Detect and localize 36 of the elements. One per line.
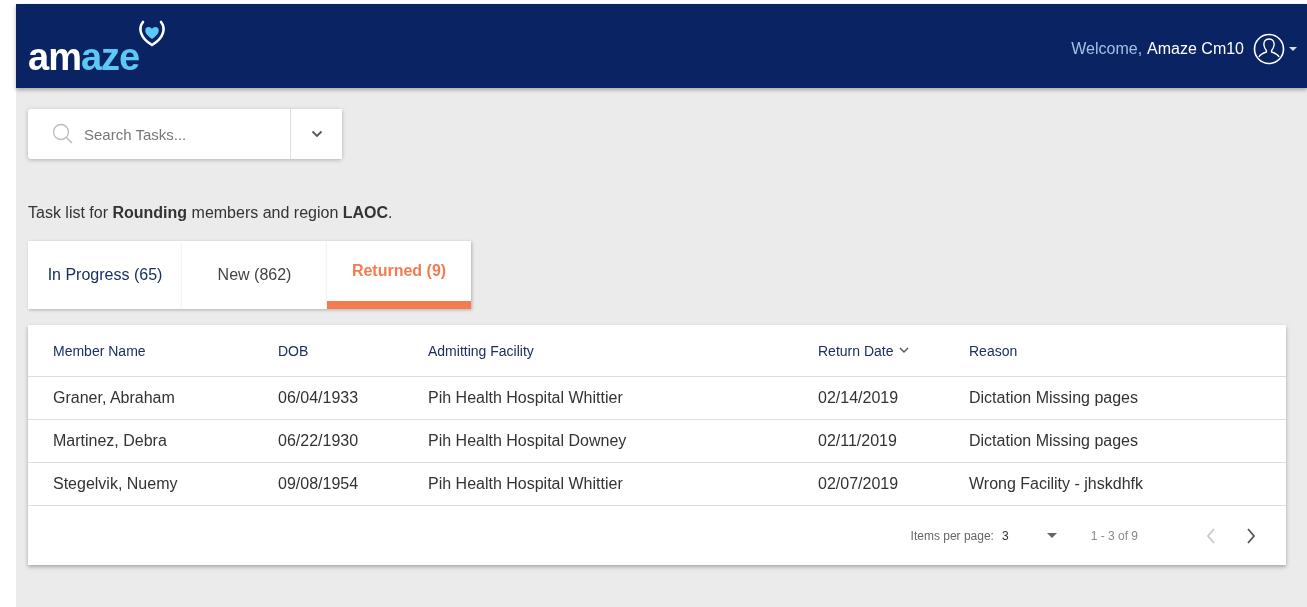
chevron-right-icon — [1246, 527, 1256, 544]
tab[interactable]: In Progress (65) — [28, 241, 182, 309]
user-name: Amaze Cm10 — [1147, 40, 1244, 58]
table-cell: 02/14/2019 — [818, 389, 899, 407]
column-header[interactable]: Member Name — [53, 342, 146, 359]
items-per-page-select[interactable]: 3 — [1001, 528, 1057, 543]
table-cell: Pih Health Hospital Downey — [428, 432, 627, 450]
column-header[interactable]: Return Date — [818, 342, 910, 359]
chevron-left-icon — [1206, 527, 1216, 544]
table-cell: Wrong Facility - jhskdhfk — [969, 475, 1143, 493]
user-menu-icon[interactable] — [1253, 32, 1299, 66]
task-list-caption: Task list for Rounding members and region LAOC. — [28, 204, 394, 222]
table-cell: 06/22/1930 — [278, 432, 359, 450]
table-cell: 06/04/1933 — [278, 389, 359, 407]
table-cell: 02/07/2019 — [818, 475, 899, 493]
table-cell: Dictation Missing pages — [969, 432, 1138, 450]
table-cell: Dictation Missing pages — [969, 389, 1138, 407]
table-cell: Pih Health Hospital Whittier — [428, 389, 623, 407]
dropdown-caret-icon — [1046, 533, 1057, 538]
table-cell: Martinez, Debra — [53, 432, 167, 450]
chevron-down-icon — [310, 130, 323, 138]
page-range: 1 - 3 of 9 — [1090, 528, 1138, 543]
table-cell: Stegelvik, Nuemy — [53, 475, 178, 493]
table-cell: 09/08/1954 — [278, 475, 359, 493]
sort-chevron-icon — [899, 347, 910, 354]
items-per-page-label: Items per page: — [910, 528, 994, 543]
table-cell: Pih Health Hospital Whittier — [428, 475, 623, 493]
table-cell: Graner, Abraham — [53, 389, 175, 407]
column-header[interactable]: Admitting Facility — [428, 342, 534, 359]
column-header[interactable]: Reason — [969, 342, 1018, 359]
welcome-label: Welcome, — [1071, 40, 1143, 58]
logo-wordmark: amaze — [28, 35, 140, 79]
column-header[interactable]: DOB — [278, 342, 309, 359]
search-icon — [52, 123, 74, 145]
tab[interactable]: New (862) — [182, 241, 327, 309]
table-cell: 02/11/2019 — [818, 432, 897, 450]
